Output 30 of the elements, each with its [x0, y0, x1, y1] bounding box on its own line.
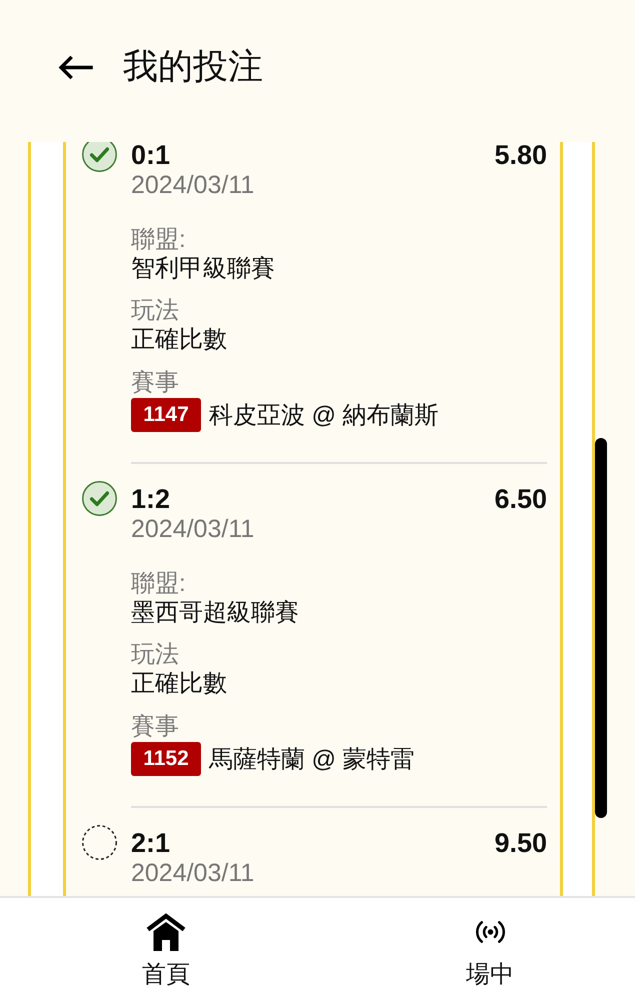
field-value: 正確比數	[131, 669, 227, 698]
scrollbar-thumb[interactable]	[595, 438, 607, 818]
field-label: 玩法	[131, 296, 179, 325]
odds-value: 6.50	[494, 484, 547, 514]
bet-selection: 2:1	[131, 828, 170, 858]
field-label: 賽事	[131, 712, 179, 741]
field-value: 正確比數	[131, 325, 227, 354]
match-number-badge: 1152	[131, 742, 201, 776]
match-teams: 馬薩特蘭 @ 蒙特雷	[209, 744, 415, 774]
odds-value: 9.50	[494, 828, 547, 858]
match-teams: 科皮亞波 @ 納布蘭斯	[209, 400, 439, 430]
page-title: 我的投注	[123, 46, 263, 88]
field-value: 墨西哥超級聯賽	[131, 598, 299, 627]
bet-date: 2024/03/11	[131, 170, 254, 200]
bottom-nav-item[interactable]: 場中	[440, 898, 540, 990]
home-icon	[145, 913, 187, 951]
bet-date: 2024/03/11	[131, 858, 254, 888]
bet-selection: 1:2	[131, 484, 170, 514]
back-arrow-icon[interactable]	[57, 54, 94, 80]
field-label: 賽事	[131, 368, 179, 397]
odds-value: 5.80	[494, 142, 547, 170]
field-value: 智利甲級聯賽	[131, 254, 275, 283]
bet-date: 2024/03/11	[131, 514, 254, 544]
broadcast-icon	[474, 919, 506, 945]
field-label: 玩法	[131, 640, 179, 669]
bottom-nav-item[interactable]: 首頁	[116, 898, 216, 990]
field-label: 聯盟:	[131, 569, 186, 598]
bet-selection: 0:1	[131, 142, 170, 170]
field-label: 聯盟:	[131, 225, 186, 254]
match-number-badge: 1147	[131, 398, 201, 432]
